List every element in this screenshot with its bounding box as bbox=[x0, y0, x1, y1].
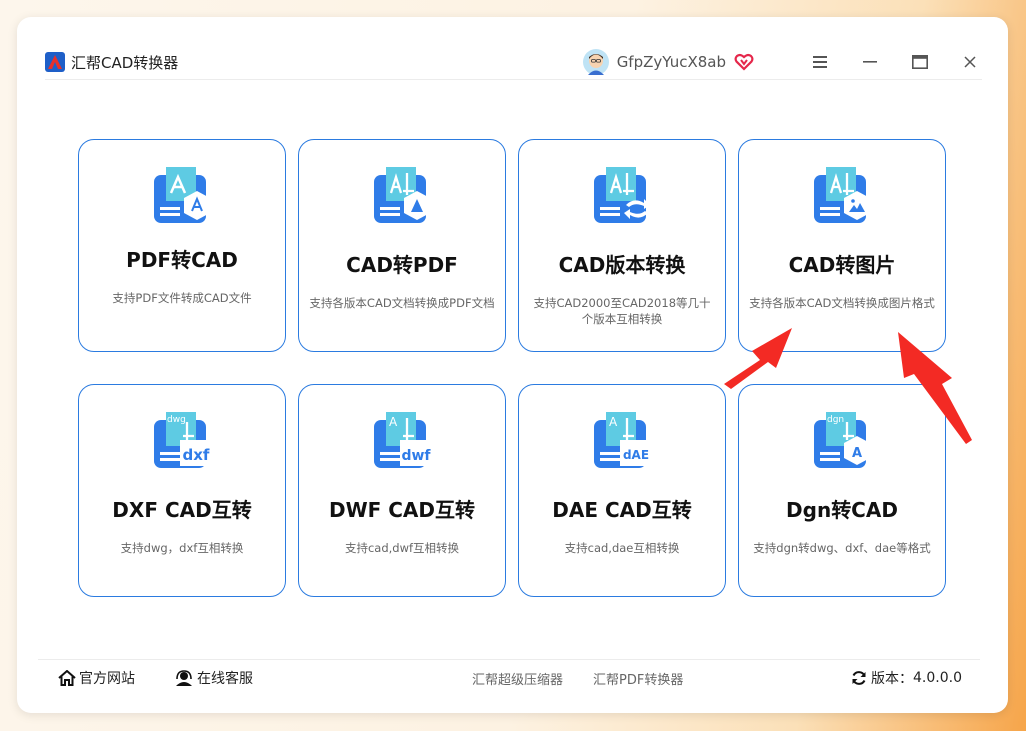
card-description: 支持CAD2000至CAD2018等几十个版本互相转换 bbox=[533, 296, 711, 326]
menu-icon bbox=[813, 56, 827, 68]
card-title: Dgn转CAD bbox=[786, 498, 898, 522]
card-title: CAD转图片 bbox=[788, 253, 896, 277]
headset-icon bbox=[176, 670, 192, 686]
minimize-icon bbox=[863, 61, 877, 63]
icon-tag: dgn bbox=[827, 415, 844, 425]
dae-convert-icon: A dAE bbox=[594, 412, 652, 468]
app-window: 汇帮CAD转换器 GfpZyYucX8ab PDF转CAD 支持PDF文件转成C… bbox=[17, 17, 1008, 713]
dxf-convert-icon: dwg dxf bbox=[154, 412, 212, 468]
card-title: DWF CAD互转 bbox=[328, 498, 476, 522]
card-dwf-cad[interactable]: A dwf DWF CAD互转 支持cad,dwf互相转换 bbox=[298, 384, 506, 597]
icon-badge: dxf bbox=[183, 446, 210, 464]
card-dae-cad[interactable]: A dAE DAE CAD互转 支持cad,dae互相转换 bbox=[518, 384, 726, 597]
minimize-button[interactable] bbox=[858, 50, 882, 74]
card-cad-version-convert[interactable]: CAD版本转换 支持CAD2000至CAD2018等几十个版本互相转换 bbox=[518, 139, 726, 352]
username[interactable]: GfpZyYucX8ab bbox=[617, 53, 726, 71]
card-description: 支持cad,dae互相转换 bbox=[564, 541, 680, 555]
icon-tag: A bbox=[609, 415, 618, 429]
dwf-convert-icon: A dwf bbox=[374, 412, 432, 468]
card-description: 支持各版本CAD文档转换成PDF文档 bbox=[309, 296, 495, 310]
card-title: DAE CAD互转 bbox=[552, 498, 692, 522]
close-icon bbox=[964, 56, 976, 68]
version-number: 4.0.0.0 bbox=[913, 670, 962, 686]
close-button[interactable] bbox=[958, 50, 982, 74]
user-avatar-icon[interactable] bbox=[582, 49, 609, 75]
card-description: 支持PDF文件转成CAD文件 bbox=[112, 291, 252, 305]
version-info: 版本： 4.0.0.0 bbox=[851, 668, 962, 688]
online-support-label: 在线客服 bbox=[197, 671, 253, 687]
card-title: DXF CAD互转 bbox=[112, 498, 252, 522]
vip-heart-icon[interactable] bbox=[734, 52, 754, 72]
refresh-icon[interactable] bbox=[851, 670, 867, 686]
official-website-link[interactable]: 官方网站 bbox=[58, 668, 135, 688]
app-title: 汇帮CAD转换器 bbox=[71, 53, 179, 72]
pdf-to-cad-icon bbox=[154, 167, 210, 223]
card-description: 支持dgn转dwg、dxf、dae等格式 bbox=[753, 541, 931, 555]
footer-link-pdf-converter[interactable]: 汇帮PDF转换器 bbox=[593, 669, 683, 688]
icon-badge: dwf bbox=[401, 448, 431, 464]
cad-to-image-icon bbox=[814, 167, 870, 223]
dgn-convert-icon: dgn A bbox=[814, 412, 870, 468]
footer-bar: 官方网站 在线客服 汇帮超级压缩器 汇帮PDF转换器 版本： 4.0.0.0 bbox=[38, 659, 980, 696]
version-label: 版本： bbox=[871, 671, 914, 687]
maximize-icon bbox=[912, 55, 928, 69]
cad-version-convert-icon bbox=[594, 167, 650, 223]
cad-to-pdf-icon bbox=[374, 167, 430, 223]
icon-badge: A bbox=[852, 446, 862, 461]
icon-tag: dwg bbox=[167, 415, 186, 425]
online-support-link[interactable]: 在线客服 bbox=[175, 668, 253, 688]
title-bar: 汇帮CAD转换器 GfpZyYucX8ab bbox=[45, 45, 982, 80]
icon-badge: dAE bbox=[623, 448, 649, 462]
card-dxf-cad[interactable]: dwg dxf DXF CAD互转 支持dwg，dxf互相转换 bbox=[78, 384, 286, 597]
menu-button[interactable] bbox=[808, 50, 832, 74]
maximize-button[interactable] bbox=[908, 50, 932, 74]
card-dgn-to-cad[interactable]: dgn A Dgn转CAD 支持dgn转dwg、dxf、dae等格式 bbox=[738, 384, 946, 597]
card-description: 支持dwg，dxf互相转换 bbox=[120, 541, 244, 555]
app-logo-icon bbox=[45, 52, 65, 72]
official-website-label: 官方网站 bbox=[79, 671, 135, 687]
card-title: PDF转CAD bbox=[126, 248, 238, 272]
title-bar-controls: GfpZyYucX8ab bbox=[582, 49, 982, 75]
card-pdf-to-cad[interactable]: PDF转CAD 支持PDF文件转成CAD文件 bbox=[78, 139, 286, 352]
card-cad-to-pdf[interactable]: CAD转PDF 支持各版本CAD文档转换成PDF文档 bbox=[298, 139, 506, 352]
card-cad-to-image[interactable]: CAD转图片 支持各版本CAD文档转换成图片格式 bbox=[738, 139, 946, 352]
footer-link-compressor[interactable]: 汇帮超级压缩器 bbox=[472, 669, 563, 688]
card-description: 支持cad,dwf互相转换 bbox=[344, 541, 460, 555]
card-description: 支持各版本CAD文档转换成图片格式 bbox=[749, 296, 935, 310]
card-title: CAD版本转换 bbox=[558, 253, 686, 277]
card-title: CAD转PDF bbox=[346, 253, 458, 277]
home-icon bbox=[58, 670, 76, 686]
icon-tag: A bbox=[389, 415, 398, 429]
